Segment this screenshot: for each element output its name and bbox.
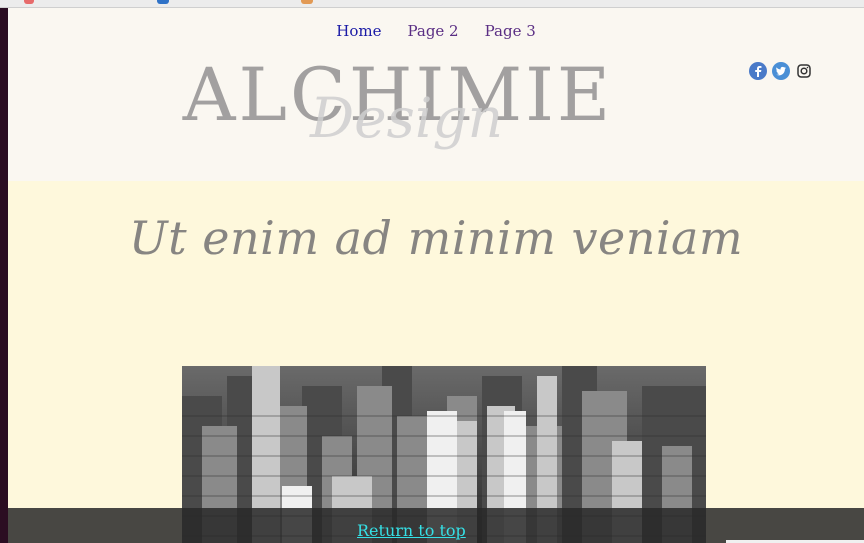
site-logo[interactable]: ALCHIMIE Design [8, 55, 864, 181]
site-header: Home Page 2 Page 3 ALCHIMIE Design [8, 8, 864, 181]
nav-page-2-link[interactable]: Page 2 [407, 22, 458, 40]
main-content: Ut enim ad minim veniam [8, 181, 864, 543]
nav-home-link[interactable]: Home [336, 22, 381, 40]
page-headline: Ut enim ad minim veniam [128, 211, 744, 265]
nav-page-3-link[interactable]: Page 3 [485, 22, 536, 40]
main-nav: Home Page 2 Page 3 [8, 22, 864, 40]
browser-top-strip [0, 0, 864, 8]
webpage: Home Page 2 Page 3 ALCHIMIE Design Ut en… [8, 8, 864, 543]
return-to-top-link[interactable]: Return to top [357, 521, 466, 540]
return-to-top-bar: Return to top [8, 508, 864, 543]
logo-sub-text: Design [310, 86, 504, 150]
